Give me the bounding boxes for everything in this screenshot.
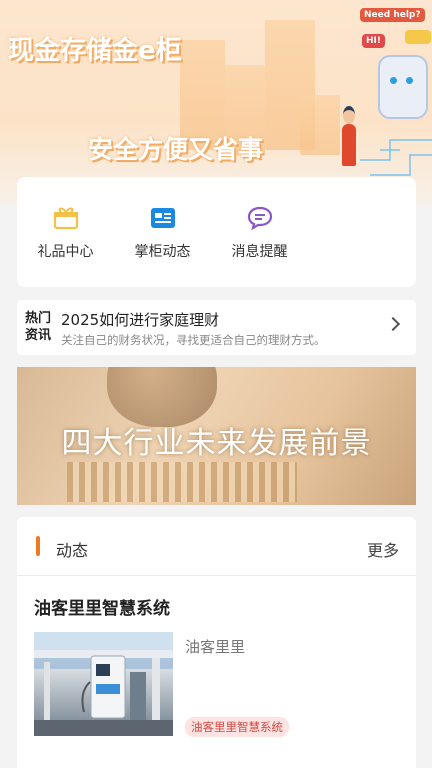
section-accent-bar <box>36 536 40 556</box>
divider <box>17 575 416 576</box>
message-reminder-label: 消息提醒 <box>231 244 288 260</box>
help-bubble: Need help? <box>360 8 425 22</box>
abacus-illustration <box>67 462 297 502</box>
post-tag[interactable]: 油客里里智慧系统 <box>185 717 289 737</box>
post-thumbnail[interactable] <box>34 632 173 736</box>
hi-bubble: HI! <box>362 34 385 48</box>
shop-news-label: 掌柜动态 <box>134 244 191 260</box>
news-card-icon <box>149 205 177 231</box>
hot-news-row[interactable]: 热门 资讯 2025如何进行家庭理财 关注自己的财务状况，寻找更适合自己的理财方… <box>17 300 416 355</box>
chat-bubble-icon <box>405 30 431 44</box>
promo-banner-text: 四大行业未来发展前景 <box>61 426 372 461</box>
robot-illustration <box>378 55 428 119</box>
chevron-right-icon <box>385 316 401 332</box>
woman-illustration <box>340 100 360 166</box>
post-source: 油客里里 <box>185 638 246 656</box>
hero-banner[interactable]: 现金存储金e柜 安全方便又省事 Need help? HI! <box>0 0 432 205</box>
more-link[interactable]: 更多 <box>367 537 399 561</box>
gift-icon <box>52 205 80 231</box>
post-title[interactable]: 油客里里智慧系统 <box>34 594 170 619</box>
hot-news-badge: 热门 资讯 <box>25 310 51 344</box>
hero-subtitle: 安全方便又省事 <box>88 135 264 164</box>
hot-badge-line1: 热门 <box>25 311 52 326</box>
gift-center-label: 礼品中心 <box>37 244 94 260</box>
gift-center-button[interactable]: 礼品中心 <box>17 177 114 287</box>
news-description: 关注自己的财务状况，寻找更适合自己的理财方式。 <box>61 333 326 347</box>
circuit-lines-decoration <box>360 139 432 176</box>
message-icon <box>246 205 274 231</box>
quick-actions-card: 礼品中心 掌柜动态 消息提醒 <box>17 177 416 287</box>
news-title: 2025如何进行家庭理财 <box>61 311 220 329</box>
feed-title: 动态 <box>56 541 89 560</box>
hot-badge-line2: 资讯 <box>25 328 52 343</box>
shop-news-button[interactable]: 掌柜动态 <box>114 177 211 287</box>
feed-section: 动态 更多 油客里里智慧系统 油客里里 油客里里智慧系统 <box>17 517 416 768</box>
hero-title: 现金存储金e柜 <box>8 36 182 66</box>
promo-banner[interactable]: 四大行业未来发展前景 <box>17 367 416 505</box>
message-reminder-button[interactable]: 消息提醒 <box>211 177 308 287</box>
